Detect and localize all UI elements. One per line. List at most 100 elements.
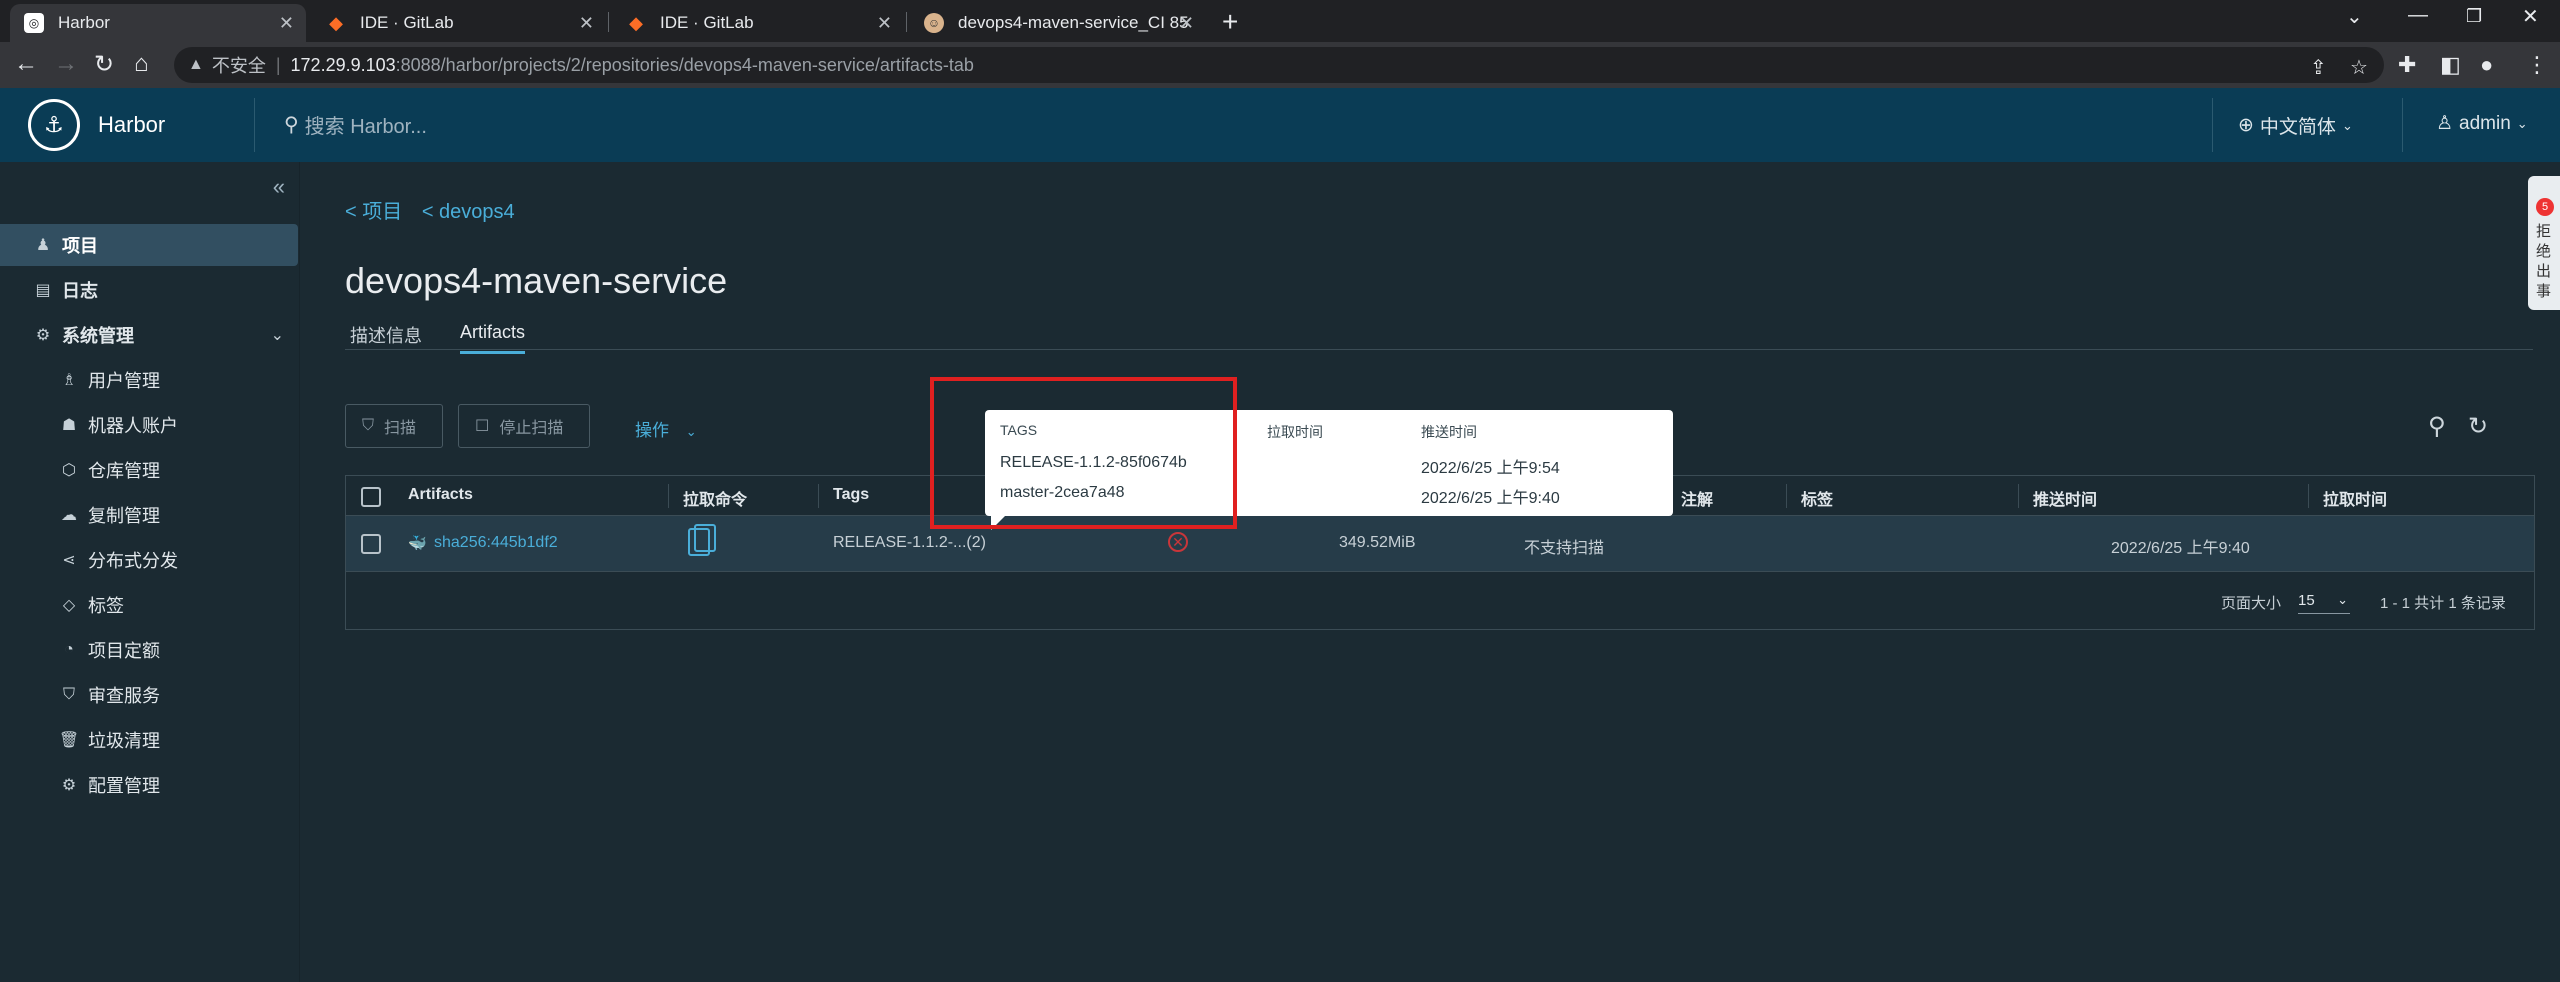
- column-divider: [818, 484, 819, 508]
- popover-header-push-time: 推送时间: [1421, 424, 1477, 440]
- browser-tab-gitlab-1[interactable]: ◆ IDE · GitLab ✕: [312, 4, 606, 42]
- harbor-logo-icon[interactable]: ⚓: [28, 99, 80, 151]
- sidebar-item-admin[interactable]: ⚙ 系统管理 ⌄: [0, 314, 300, 356]
- sidebar-item-replications[interactable]: ☁ 复制管理: [0, 494, 300, 536]
- sidebar-item-distributions[interactable]: ⋖ 分布式分发: [0, 539, 300, 581]
- quota-icon: ◔: [64, 641, 74, 658]
- sidebar-item-logs[interactable]: ▤ 日志: [0, 269, 300, 311]
- sidebar-item-label: 项目: [62, 236, 98, 256]
- user-icon: ♙: [2436, 113, 2454, 134]
- repository-tabs: 描述信息 Artifacts: [345, 322, 2533, 354]
- sidebar-item-registries[interactable]: ⬡ 仓库管理: [0, 449, 300, 491]
- column-header-pull-command[interactable]: 拉取命令: [683, 486, 747, 510]
- url-divider: |: [275, 54, 281, 75]
- global-search[interactable]: ⚲ 搜索 Harbor...: [284, 110, 427, 139]
- minimize-icon[interactable]: —: [2408, 4, 2428, 27]
- robot-icon: ☗: [61, 417, 77, 434]
- browser-menu-icon[interactable]: ⋮: [2526, 52, 2548, 78]
- sidebar-item-configuration[interactable]: ⚙ 配置管理: [0, 764, 300, 806]
- bookmark-star-icon[interactable]: ☆: [2350, 55, 2368, 80]
- search-icon[interactable]: ⚲: [2428, 412, 2446, 441]
- sidebar-item-gc[interactable]: 🗑 垃圾清理: [0, 719, 300, 761]
- sidebar-item-projects[interactable]: ♟ 项目: [0, 224, 298, 266]
- browser-address-bar: ← → ↻ ⌂ ▲ 不安全 | 172.29.9.103 :8088/harbo…: [0, 42, 2560, 88]
- restore-icon[interactable]: ❐: [2466, 6, 2482, 27]
- user-menu[interactable]: ♙ admin ⌄: [2436, 112, 2528, 135]
- back-arrow-icon[interactable]: ←: [14, 50, 38, 78]
- column-header-push-time[interactable]: 推送时间: [2033, 486, 2097, 510]
- sidebar-item-quotas[interactable]: ◔ 项目定额: [0, 629, 300, 671]
- column-header-annotations[interactable]: 注解: [1681, 486, 1713, 510]
- browser-tab-harbor[interactable]: ◎ Harbor ✕: [10, 4, 306, 42]
- browser-tab-gitlab-2[interactable]: ◆ IDE · GitLab ✕: [612, 4, 904, 42]
- popover-tag-push-time: 2022/6/25 上午9:54: [1421, 460, 1560, 477]
- header-divider: [2212, 98, 2213, 152]
- breadcrumb-projects[interactable]: < 项目: [345, 201, 402, 223]
- column-header-artifacts[interactable]: Artifacts: [408, 486, 473, 504]
- docker-whale-icon: 🐳: [408, 535, 427, 552]
- scan-button[interactable]: ⛉ 扫描: [345, 404, 443, 448]
- sidebar: « ♟ 项目 ▤ 日志 ⚙ 系统管理 ⌄ ♗ 用户管理 ☗ 机器人账户 ⬡ 仓库…: [0, 162, 300, 982]
- column-divider: [1786, 484, 1787, 508]
- page-size-select[interactable]: 15 ⌄: [2298, 588, 2350, 614]
- url-field[interactable]: ▲ 不安全 | 172.29.9.103 :8088/harbor/projec…: [174, 47, 2384, 83]
- brand-name[interactable]: Harbor: [98, 112, 165, 138]
- tab-info[interactable]: 描述信息: [350, 322, 422, 356]
- globe-icon: ⊕: [2238, 115, 2254, 136]
- column-header-labels[interactable]: 标签: [1801, 486, 1833, 510]
- close-icon[interactable]: ✕: [579, 13, 594, 34]
- refresh-icon[interactable]: ↻: [2468, 412, 2488, 441]
- distribution-icon: ⋖: [62, 552, 76, 569]
- warning-icon: ▲: [188, 56, 204, 73]
- breadcrumb-devops4[interactable]: < devops4: [422, 201, 515, 223]
- sidebar-item-labels[interactable]: ◇ 标签: [0, 584, 300, 626]
- side-panel-icon[interactable]: ◧: [2440, 52, 2461, 78]
- page-title: devops4-maven-service: [345, 260, 728, 301]
- actions-dropdown[interactable]: 操作 ⌄: [635, 416, 697, 441]
- tab-artifacts[interactable]: Artifacts: [460, 322, 526, 354]
- home-icon[interactable]: ⌂: [134, 50, 149, 78]
- new-tab-icon[interactable]: +: [1222, 6, 1238, 38]
- window-close-icon[interactable]: ✕: [2522, 4, 2539, 29]
- close-icon[interactable]: ✕: [877, 13, 892, 34]
- main-content: < 项目 < devops4 devops4-maven-service 描述信…: [300, 162, 2560, 982]
- extensions-puzzle-icon[interactable]: ✚: [2398, 52, 2416, 78]
- sidebar-item-interrogation[interactable]: ⛉ 审查服务: [0, 674, 300, 716]
- sidebar-item-users[interactable]: ♗ 用户管理: [0, 359, 300, 401]
- close-icon[interactable]: ✕: [279, 13, 294, 34]
- artifact-tags[interactable]: RELEASE-1.1.2-...(2): [833, 534, 986, 552]
- sidebar-item-label: 分布式分发: [88, 551, 178, 571]
- floating-side-widget[interactable]: 5 拒绝出事: [2528, 176, 2560, 310]
- chevron-down-icon: ⌄: [2337, 592, 2348, 607]
- sidebar-item-label: 配置管理: [88, 776, 160, 796]
- search-icon: ⚲: [284, 114, 299, 136]
- gear-icon: ⚙: [61, 777, 77, 794]
- chevron-down-icon: ⌄: [2516, 115, 2528, 131]
- artifact-size: 349.52MiB: [1339, 534, 1416, 551]
- select-all-checkbox[interactable]: [361, 487, 381, 507]
- chevron-down-icon: ⌄: [2341, 117, 2353, 133]
- forward-arrow-icon[interactable]: →: [54, 50, 78, 78]
- sidebar-item-robot-accounts[interactable]: ☗ 机器人账户: [0, 404, 300, 446]
- profile-icon[interactable]: ●: [2480, 52, 2493, 78]
- language-selector[interactable]: ⊕ 中文简体 ⌄: [2238, 112, 2353, 139]
- tab-search-chevron-icon[interactable]: ⌄: [2346, 4, 2363, 29]
- collapse-sidebar-icon[interactable]: «: [273, 174, 285, 200]
- column-header-pull-time[interactable]: 拉取时间: [2323, 486, 2387, 510]
- stop-scan-button[interactable]: ☐ 停止扫描: [458, 404, 590, 448]
- close-icon[interactable]: ✕: [1179, 13, 1194, 34]
- artifact-digest-link[interactable]: sha256:445b1df2: [434, 534, 558, 552]
- scan-label: 扫描: [384, 420, 417, 437]
- chevron-down-icon[interactable]: ⌄: [271, 325, 284, 345]
- gitlab-favicon-icon: ◆: [329, 12, 343, 33]
- column-header-tags[interactable]: Tags: [833, 486, 869, 504]
- browser-tab-jenkins[interactable]: ☺ devops4-maven-service_CI 85 ✕: [910, 4, 1206, 42]
- reload-icon[interactable]: ↻: [94, 50, 114, 79]
- header-divider: [254, 98, 255, 152]
- row-checkbox[interactable]: [361, 534, 381, 554]
- share-icon[interactable]: ⇪: [2310, 55, 2327, 80]
- sidebar-item-label: 用户管理: [88, 371, 160, 391]
- table-row[interactable]: 🐳 sha256:445b1df2 RELEASE-1.1.2-...(2) ✕…: [346, 516, 2534, 572]
- copy-icon[interactable]: [688, 524, 716, 556]
- tag-icon: ◇: [62, 597, 76, 614]
